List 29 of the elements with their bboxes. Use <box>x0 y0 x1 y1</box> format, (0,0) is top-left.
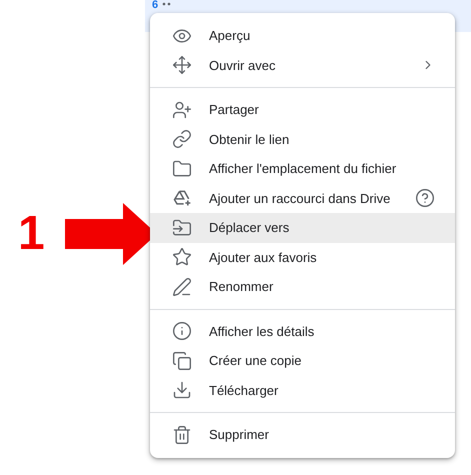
person-add-icon <box>172 100 192 120</box>
download-icon <box>172 380 192 400</box>
menu-item[interactable]: Télécharger <box>150 376 455 405</box>
copy-icon <box>172 350 192 371</box>
menu-item[interactable]: Ouvrir avec <box>150 50 455 80</box>
menu-item[interactable]: Renommer <box>150 272 455 302</box>
menu-item[interactable]: Partager <box>150 95 455 124</box>
row-number: 6 <box>152 0 158 11</box>
menu-item[interactable]: Ajouter aux favoris <box>150 242 455 272</box>
menu-item[interactable]: Supprimer <box>150 420 455 450</box>
trash-icon <box>172 424 192 445</box>
menu-item[interactable]: Afficher l'emplacement du fichier <box>150 154 455 184</box>
drive-add-icon <box>172 188 192 208</box>
star-icon <box>172 247 192 268</box>
menu-item[interactable]: Obtenir le lien <box>150 124 455 154</box>
move-icon <box>172 55 192 76</box>
dots-icon <box>162 2 172 8</box>
info-icon <box>172 321 192 342</box>
menu-item[interactable]: Déplacer vers <box>150 213 455 242</box>
pencil-icon <box>172 276 192 297</box>
menu-item[interactable]: Créer une copie <box>150 346 455 376</box>
menu-item[interactable]: Ajouter un raccourci dans Drive <box>150 184 455 213</box>
folder-arrow-icon <box>172 218 192 238</box>
menu-item[interactable]: Aperçu <box>150 21 455 50</box>
folder-icon <box>172 158 192 179</box>
help-icon[interactable] <box>415 188 435 208</box>
link-icon <box>172 129 192 150</box>
step-number: 1 <box>18 210 45 258</box>
menu-item[interactable]: Afficher les détails <box>150 316 455 346</box>
